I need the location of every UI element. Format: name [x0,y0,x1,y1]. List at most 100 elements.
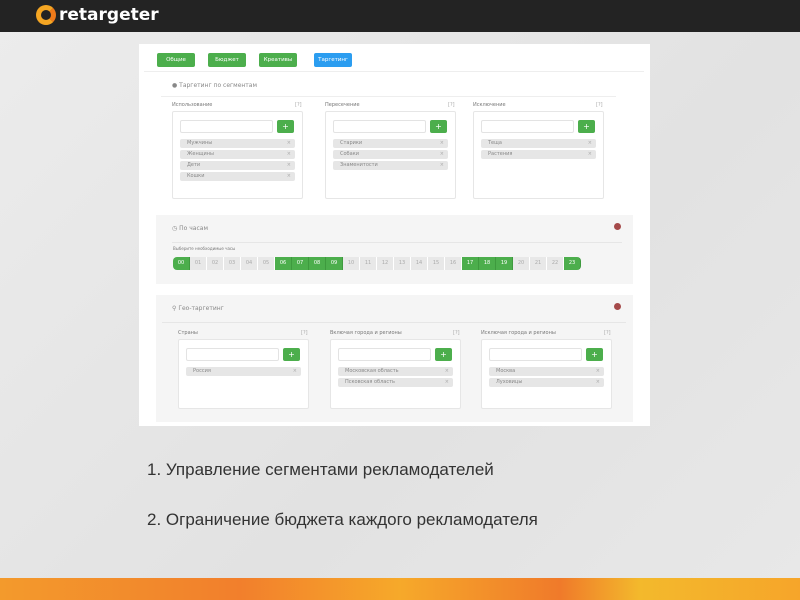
hour-toggle[interactable]: 08 [309,257,326,270]
remove-icon[interactable]: × [445,367,449,376]
hours-title: ◷ По часам [172,225,208,232]
tab-general[interactable]: Общие [157,53,195,67]
tag-label: Россия [193,368,211,374]
add-button[interactable]: + [578,120,595,133]
add-button[interactable]: + [430,120,447,133]
segments-title: ● Таргетинг по сегментам [172,82,258,89]
hour-toggle[interactable]: 01 [190,257,207,270]
tag-input[interactable] [180,120,273,133]
tag-box: + Россия × [178,339,309,409]
column-label: Пересечение [325,102,360,108]
tag-chip: Растения × [481,150,596,159]
hour-toggle[interactable]: 12 [377,257,394,270]
remove-icon[interactable]: × [588,139,592,148]
help-icon[interactable]: [?] [295,102,302,108]
add-button[interactable]: + [586,348,603,361]
remove-icon[interactable]: × [596,378,600,387]
remove-icon[interactable]: × [287,139,291,148]
help-icon[interactable]: [?] [301,330,308,336]
retargeter-logo: retargeter [36,5,159,25]
add-button[interactable]: + [283,348,300,361]
help-icon[interactable]: [?] [596,102,603,108]
column-label: Страны [178,330,198,336]
tab-creatives[interactable]: Креативы [259,53,297,67]
close-icon[interactable] [614,223,621,230]
divider [144,71,644,72]
tag-label: Старики [340,140,363,146]
remove-icon[interactable]: × [440,150,444,159]
remove-icon[interactable]: × [293,367,297,376]
help-icon[interactable]: [?] [604,330,611,336]
hour-toggle[interactable]: 09 [326,257,343,270]
tag-label: Растения [488,151,513,157]
add-button[interactable]: + [277,120,294,133]
hour-toggle[interactable]: 11 [360,257,377,270]
hour-toggle[interactable]: 03 [224,257,241,270]
geo-title: ⚲ Гео-таргетинг [172,305,224,312]
remove-icon[interactable]: × [287,172,291,181]
column-label: Исключая города и регионы [481,330,556,336]
tag-input[interactable] [333,120,426,133]
bullet-2: 2. Ограничение бюджета каждого рекламода… [147,510,538,529]
close-icon[interactable] [614,303,621,310]
tab-targeting[interactable]: Таргетинг [314,53,352,67]
remove-icon[interactable]: × [596,367,600,376]
help-icon[interactable]: [?] [453,330,460,336]
tag-chip: Москва × [489,367,604,376]
add-button[interactable]: + [435,348,452,361]
tag-box: + Московская область × Псковская область × [330,339,461,409]
hour-toggle[interactable]: 14 [411,257,428,270]
hour-toggle[interactable]: 18 [479,257,496,270]
footer-bar [0,578,800,600]
hour-toggle[interactable]: 16 [445,257,462,270]
tag-label: Московская область [345,368,399,374]
bullet-1: 1. Управление сегментами рекламодателей [147,460,494,479]
tag-label: Собаки [340,151,359,157]
tab-budget[interactable]: Бюджет [208,53,246,67]
divider [172,242,622,243]
hour-toggle[interactable]: 02 [207,257,224,270]
hour-toggle[interactable]: 05 [258,257,275,270]
hour-toggle[interactable]: 17 [462,257,479,270]
hour-toggle[interactable]: 19 [496,257,513,270]
tag-label: Псковская область [345,379,395,385]
help-icon[interactable]: [?] [448,102,455,108]
hour-toggle[interactable]: 10 [343,257,360,270]
tag-input[interactable] [489,348,582,361]
hour-toggle[interactable]: 00 [173,257,190,270]
hour-toggle[interactable]: 23 [564,257,581,270]
tag-chip: Псковская область × [338,378,453,387]
tag-input[interactable] [338,348,431,361]
tag-input[interactable] [481,120,574,133]
remove-icon[interactable]: × [287,150,291,159]
hour-toggle[interactable]: 07 [292,257,309,270]
tag-chip: Знаменитости × [333,161,448,170]
hour-toggle[interactable]: 22 [547,257,564,270]
tag-input[interactable] [186,348,279,361]
hours-panel: ◷ По часам Выберите необходимые часы 00 0… [156,215,633,284]
hours-hint: Выберите необходимые часы [173,246,236,251]
app-screenshot: Общие Бюджет Креативы Таргетинг ● Таргет… [139,44,650,426]
tag-chip: Собаки × [333,150,448,159]
tag-chip: Дети × [180,161,295,170]
header-bar: retargeter [0,0,800,32]
hour-toggle[interactable]: 13 [394,257,411,270]
column-label: Использование [172,102,213,108]
remove-icon[interactable]: × [445,378,449,387]
remove-icon[interactable]: × [287,161,291,170]
hour-toggle[interactable]: 06 [275,257,292,270]
tag-label: Москва [496,368,516,374]
hour-selector: 00 01 02 03 04 05 06 07 08 09 10 11 12 13 14 15 16 17 18 19… [173,257,581,270]
hour-toggle[interactable]: 20 [513,257,530,270]
remove-icon[interactable]: × [588,150,592,159]
remove-icon[interactable]: × [440,139,444,148]
hour-toggle[interactable]: 04 [241,257,258,270]
tag-label: Теща [488,140,502,146]
hour-toggle[interactable]: 15 [428,257,445,270]
tag-chip: Россия × [186,367,301,376]
remove-icon[interactable]: × [440,161,444,170]
hour-toggle[interactable]: 21 [530,257,547,270]
tag-label: Дети [187,162,201,168]
logo-refresh-icon [36,5,56,25]
tag-chip: Московская область × [338,367,453,376]
